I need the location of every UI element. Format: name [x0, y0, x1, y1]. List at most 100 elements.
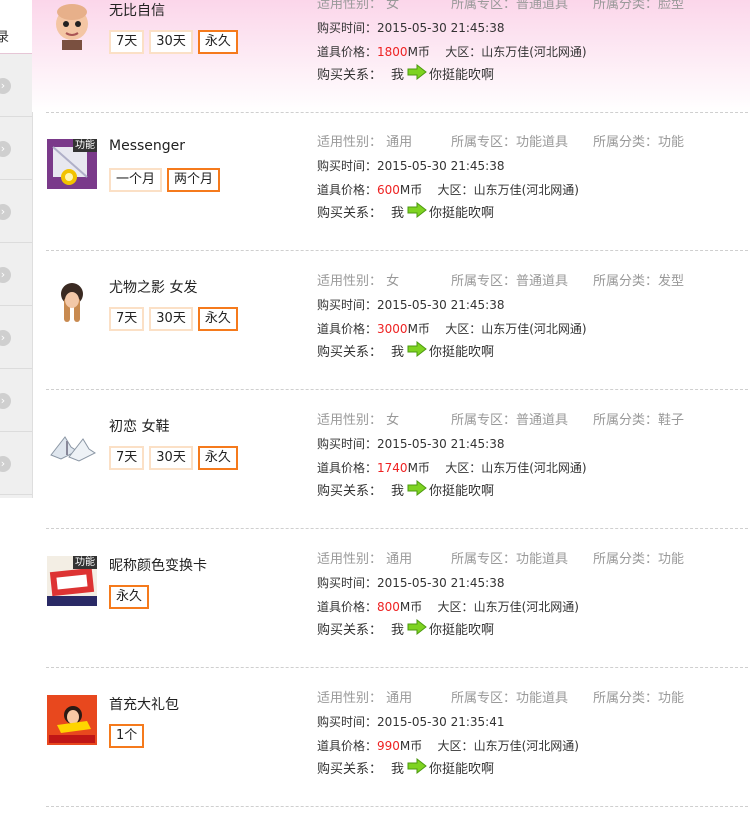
duration-option[interactable]: 永久	[109, 585, 150, 609]
sidebar-item[interactable]: ›	[0, 243, 32, 306]
duration-option[interactable]: 30天	[149, 307, 193, 331]
arrow-right-icon	[404, 341, 429, 365]
sidebar-item[interactable]: ›	[0, 117, 32, 180]
time-value: 2015-05-30 21:45:38	[377, 298, 505, 312]
sidebar-item[interactable]: ›	[0, 180, 32, 243]
duration-options: 7天 30天 永久	[109, 30, 238, 54]
price-value: 600	[377, 183, 400, 197]
price-label: 道具价格：	[317, 322, 378, 336]
region-label: 大区：	[445, 45, 482, 59]
gender-label: 适用性别：	[317, 135, 383, 150]
purchase-item: 无比自信 7天 30天 永久 适用性别： 女 所属专区：普通道具 所属分类：脸型 购买时间：2…	[46, 0, 748, 113]
duration-option[interactable]: 两个月	[167, 168, 221, 192]
duration-option[interactable]: 一个月	[109, 168, 163, 192]
relation-friend[interactable]: 你挺能吹啊	[429, 65, 494, 87]
time-label: 购买时间：	[317, 159, 378, 173]
item-thumbnail[interactable]	[47, 278, 97, 328]
sidebar-item[interactable]: ›	[0, 306, 32, 369]
category-label: 所属分类：	[593, 135, 659, 150]
gender-value: 通用	[386, 135, 413, 150]
category-value: 功能	[658, 691, 685, 706]
price-unit: M币	[399, 739, 423, 753]
zone-value: 功能道具	[516, 552, 569, 567]
item-name: 首充大礼包	[109, 697, 179, 713]
chevron-right-icon: ›	[0, 393, 11, 409]
category-label: 所属分类：	[593, 691, 659, 706]
price-value: 1740	[377, 461, 408, 475]
item-thumbnail[interactable]	[47, 695, 97, 745]
gender-value: 通用	[386, 691, 413, 706]
duration-option[interactable]: 7天	[109, 30, 145, 54]
time-label: 购买时间：	[317, 437, 378, 451]
purchase-item: 功能 Messenger 一个月 两个月 适用性别： 通用 所属专区：功能道具 所属分类：功…	[46, 112, 748, 251]
relation-friend[interactable]: 你挺能吹啊	[429, 342, 494, 364]
price-value: 3000	[377, 322, 408, 336]
relation-label: 购买关系：	[317, 762, 383, 777]
sidebar-item[interactable]: ›	[0, 54, 32, 117]
sidebar-item[interactable]: ›	[0, 369, 32, 432]
item-name: 初恋 女鞋	[109, 419, 170, 435]
duration-option[interactable]: 永久	[197, 307, 238, 331]
zone-label: 所属专区：	[451, 552, 517, 567]
zone-value: 功能道具	[516, 135, 569, 150]
zone-label: 所属专区：	[451, 274, 517, 289]
duration-option[interactable]: 30天	[149, 30, 193, 54]
arrow-right-icon	[404, 64, 429, 88]
duration-options: 永久	[109, 585, 150, 609]
region-value: 山东万佳(河北网通)	[473, 183, 579, 197]
duration-option[interactable]: 永久	[197, 30, 238, 54]
region-value: 山东万佳(河北网通)	[481, 45, 587, 59]
purchase-item: 首充大礼包 1个 适用性别： 通用 所属专区：功能道具 所属分类：功能 购买时间：2015…	[46, 668, 748, 807]
duration-option[interactable]: 30天	[149, 446, 193, 470]
zone-label: 所属专区：	[451, 413, 517, 428]
duration-option[interactable]: 1个	[109, 724, 145, 748]
duration-option[interactable]: 永久	[197, 446, 238, 470]
item-details: 适用性别： 通用 所属专区：功能道具 所属分类：功能 购买时间：2015-05-30 …	[317, 689, 684, 782]
duration-option[interactable]: 7天	[109, 446, 145, 470]
price-unit: M币	[399, 600, 423, 614]
duration-option[interactable]: 7天	[109, 307, 145, 331]
chevron-right-icon: ›	[0, 141, 11, 157]
time-value: 2015-05-30 21:35:41	[377, 715, 505, 729]
category-value: 鞋子	[658, 413, 685, 428]
relation-label: 购买关系：	[317, 484, 383, 499]
sidebar-item[interactable]: ›	[0, 432, 32, 495]
price-unit: M币	[399, 183, 423, 197]
category-value: 脸型	[658, 0, 685, 12]
category-label: 所属分类：	[593, 552, 659, 567]
gender-label: 适用性别：	[317, 413, 383, 428]
relation-label: 购买关系：	[317, 623, 383, 638]
relation-friend[interactable]: 你挺能吹啊	[429, 481, 494, 503]
duration-options: 7天 30天 永久	[109, 307, 238, 331]
purchase-item: 尤物之影 女发 7天 30天 永久 适用性别： 女 所属专区：普通道具 所属分类：发型 购买时…	[46, 251, 748, 390]
relation-label: 购买关系：	[317, 68, 383, 83]
category-value: 功能	[658, 135, 685, 150]
item-thumbnail[interactable]: 功能	[47, 139, 97, 189]
item-name: 昵称颜色变换卡	[109, 558, 207, 574]
relation-friend[interactable]: 你挺能吹啊	[429, 203, 494, 225]
item-thumbnail[interactable]: 功能	[47, 556, 97, 606]
category-label: 所属分类：	[593, 274, 659, 289]
category-value: 发型	[658, 274, 685, 289]
item-thumbnail[interactable]	[47, 1, 97, 51]
time-label: 购买时间：	[317, 576, 378, 590]
item-details: 适用性别： 女 所属专区：普通道具 所属分类：鞋子 购买时间：2015-05-30 2…	[317, 411, 684, 504]
purchase-item: 功能 昵称颜色变换卡 永久 适用性别： 通用 所属专区：功能道具 所属分类：功能 购买时间：…	[46, 529, 748, 668]
item-name: 无比自信	[109, 3, 165, 19]
chevron-right-icon: ›	[0, 456, 11, 472]
relation-friend[interactable]: 你挺能吹啊	[429, 759, 494, 781]
time-value: 2015-05-30 21:45:38	[377, 159, 505, 173]
sidebar-active-tab[interactable]: 录	[0, 0, 32, 54]
gender-value: 女	[386, 0, 400, 12]
item-thumbnail[interactable]	[47, 417, 97, 467]
region-value: 山东万佳(河北网通)	[473, 739, 579, 753]
gender-label: 适用性别：	[317, 552, 383, 567]
relation-friend[interactable]: 你挺能吹啊	[429, 620, 494, 642]
price-label: 道具价格：	[317, 739, 378, 753]
relation-me: 我	[391, 623, 405, 638]
zone-value: 普通道具	[516, 274, 569, 289]
arrow-right-icon	[404, 480, 429, 504]
zone-label: 所属专区：	[451, 135, 517, 150]
category-label: 所属分类：	[593, 413, 659, 428]
relation-label: 购买关系：	[317, 206, 383, 221]
